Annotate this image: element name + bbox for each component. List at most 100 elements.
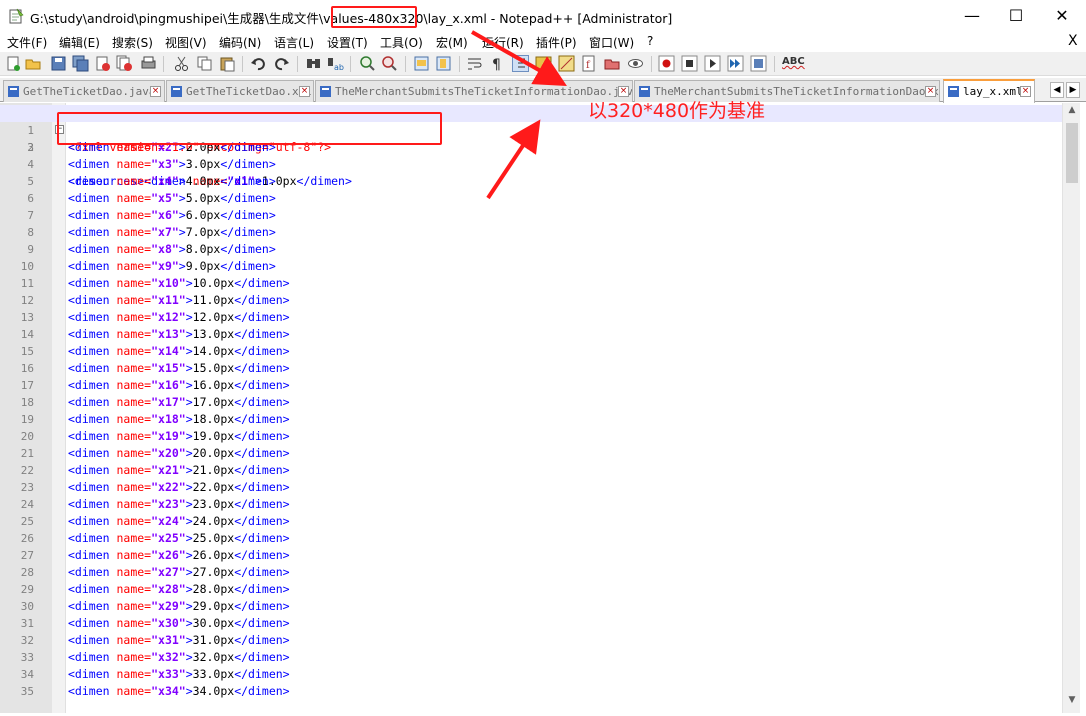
play-icon[interactable] xyxy=(704,55,721,72)
udl-icon[interactable] xyxy=(535,55,552,72)
undo-icon[interactable] xyxy=(250,55,267,72)
code-line[interactable]: 29 <dimen name="x28">28.0px</dimen> xyxy=(0,581,1062,598)
new-file-icon[interactable] xyxy=(5,55,22,72)
code-line[interactable]: 32 <dimen name="x31">31.0px</dimen> xyxy=(0,632,1062,649)
scroll-up-icon[interactable]: ▲ xyxy=(1065,105,1079,119)
code-line[interactable]: 9 <dimen name="x8">8.0px</dimen> xyxy=(0,241,1062,258)
maximize-button[interactable]: ☐ xyxy=(994,4,1038,28)
code-line[interactable]: 23 <dimen name="x22">22.0px</dimen> xyxy=(0,479,1062,496)
tab-close-icon[interactable]: × xyxy=(1020,86,1031,97)
paste-icon[interactable] xyxy=(219,55,236,72)
tab-scroll-right-icon[interactable]: ▶ xyxy=(1066,82,1080,98)
close-all-icon[interactable] xyxy=(116,55,133,72)
code-line[interactable]: 8 <dimen name="x7">7.0px</dimen> xyxy=(0,224,1062,241)
menu-plugins[interactable]: 插件(P) xyxy=(536,34,577,51)
all-chars-icon[interactable]: ¶ xyxy=(488,55,505,72)
code-line[interactable]: 5 <dimen name="x4">4.0px</dimen> xyxy=(0,173,1062,190)
code-line[interactable]: 13 <dimen name="x12">12.0px</dimen> xyxy=(0,309,1062,326)
copy-icon[interactable] xyxy=(196,55,213,72)
menu-settings[interactable]: 设置(T) xyxy=(327,34,368,51)
sync-h-icon[interactable] xyxy=(435,55,452,72)
xml-text: 25.0px xyxy=(192,531,235,545)
play-multi-icon[interactable] xyxy=(727,55,744,72)
func-list-icon[interactable]: f xyxy=(581,55,598,72)
editor-area[interactable]: 1 <?xml version="1.0" encoding="utf-8"?>… xyxy=(0,103,1086,713)
stop-icon[interactable] xyxy=(681,55,698,72)
menu-encoding[interactable]: 编码(N) xyxy=(219,34,261,51)
find-icon[interactable] xyxy=(305,55,322,72)
code-line[interactable]: 4 <dimen name="x3">3.0px</dimen> xyxy=(0,156,1062,173)
save-macro-icon[interactable] xyxy=(750,55,767,72)
monitor-icon[interactable] xyxy=(627,55,644,72)
menu-help[interactable]: ? xyxy=(647,34,653,48)
zoom-in-icon[interactable] xyxy=(359,55,376,72)
code-line[interactable]: 31 <dimen name="x30">30.0px</dimen> xyxy=(0,615,1062,632)
code-line[interactable]: 25 <dimen name="x24">24.0px</dimen> xyxy=(0,513,1062,530)
code-line[interactable]: 26 <dimen name="x25">25.0px</dimen> xyxy=(0,530,1062,547)
code-line[interactable]: 21 <dimen name="x20">20.0px</dimen> xyxy=(0,445,1062,462)
xml-text: 18.0px xyxy=(192,412,235,426)
folder-icon[interactable] xyxy=(604,55,621,72)
vertical-scrollbar[interactable]: ▲ ▼ xyxy=(1062,103,1080,713)
code-line[interactable]: 11 <dimen name="x10">10.0px</dimen> xyxy=(0,275,1062,292)
doc-map-icon[interactable] xyxy=(558,55,575,72)
tab-close-icon[interactable]: × xyxy=(925,86,936,97)
code-line[interactable]: 28 <dimen name="x27">27.0px</dimen> xyxy=(0,564,1062,581)
close-icon[interactable] xyxy=(94,55,111,72)
code-line[interactable]: 18 <dimen name="x17">17.0px</dimen> xyxy=(0,394,1062,411)
record-icon[interactable] xyxy=(658,55,675,72)
code-line[interactable]: 12 <dimen name="x11">11.0px</dimen> xyxy=(0,292,1062,309)
menu-window[interactable]: 窗口(W) xyxy=(589,34,634,51)
cut-icon[interactable] xyxy=(173,55,190,72)
xml-attr: name= xyxy=(116,616,152,630)
save-icon[interactable] xyxy=(50,55,67,72)
code-line[interactable]: 24 <dimen name="x23">23.0px</dimen> xyxy=(0,496,1062,513)
code-line[interactable]: 6 <dimen name="x5">5.0px</dimen> xyxy=(0,190,1062,207)
menu-file[interactable]: 文件(F) xyxy=(7,34,47,51)
minimize-button[interactable]: — xyxy=(950,4,994,28)
tab-close-icon[interactable]: × xyxy=(299,86,310,97)
menu-language[interactable]: 语言(L) xyxy=(274,34,314,51)
code-line[interactable]: 19 <dimen name="x18">18.0px</dimen> xyxy=(0,411,1062,428)
open-file-icon[interactable] xyxy=(25,55,42,72)
xml-tag: > xyxy=(185,582,193,596)
code-line[interactable]: 22 <dimen name="x21">21.0px</dimen> xyxy=(0,462,1062,479)
menu-tools[interactable]: 工具(O) xyxy=(380,34,423,51)
tab-getticketdao-java[interactable]: GetTheTicketDao.java × xyxy=(3,80,165,102)
save-all-icon[interactable] xyxy=(72,55,89,72)
code-line[interactable]: 15 <dimen name="x14">14.0px</dimen> xyxy=(0,343,1062,360)
menu-macro[interactable]: 宏(M) xyxy=(436,34,468,51)
scrollbar-thumb[interactable] xyxy=(1066,123,1078,183)
code-line[interactable]: 14 <dimen name="x13">13.0px</dimen> xyxy=(0,326,1062,343)
menu-view[interactable]: 视图(V) xyxy=(165,34,207,51)
wrap-icon[interactable] xyxy=(466,55,483,72)
tab-scroll-left-icon[interactable]: ◀ xyxy=(1050,82,1064,98)
scroll-down-icon[interactable]: ▼ xyxy=(1065,695,1079,709)
menu-run[interactable]: 运行(R) xyxy=(482,34,524,51)
code-line[interactable]: 27 <dimen name="x26">26.0px</dimen> xyxy=(0,547,1062,564)
code-line[interactable]: 35 <dimen name="x34">34.0px</dimen> xyxy=(0,683,1062,700)
code-line[interactable]: 7 <dimen name="x6">6.0px</dimen> xyxy=(0,207,1062,224)
close-window-button[interactable]: ✕ xyxy=(1040,4,1084,28)
code-line[interactable]: 16 <dimen name="x15">15.0px</dimen> xyxy=(0,360,1062,377)
code-line[interactable]: 33 <dimen name="x32">32.0px</dimen> xyxy=(0,649,1062,666)
tab-close-icon[interactable]: × xyxy=(150,86,161,97)
tab-lay-x-xml[interactable]: lay_x.xml × xyxy=(943,79,1035,103)
code-line[interactable]: 17 <dimen name="x16">16.0px</dimen> xyxy=(0,377,1062,394)
sync-v-icon[interactable] xyxy=(413,55,430,72)
code-line[interactable]: 20 <dimen name="x19">19.0px</dimen> xyxy=(0,428,1062,445)
indent-guide-icon[interactable] xyxy=(512,55,529,72)
menu-search[interactable]: 搜索(S) xyxy=(112,34,153,51)
code-line[interactable]: 10 <dimen name="x9">9.0px</dimen> xyxy=(0,258,1062,275)
zoom-out-icon[interactable] xyxy=(381,55,398,72)
spellcheck-icon[interactable]: ABC xyxy=(782,56,805,67)
redo-icon[interactable] xyxy=(273,55,290,72)
tab-merchant-java[interactable]: TheMerchantSubmitsTheTicketInformationDa… xyxy=(315,80,633,102)
code-line[interactable]: 34 <dimen name="x33">33.0px</dimen> xyxy=(0,666,1062,683)
replace-icon[interactable]: ab xyxy=(327,55,344,72)
close-document-button[interactable]: X xyxy=(1068,33,1078,49)
code-line[interactable]: 30 <dimen name="x29">29.0px</dimen> xyxy=(0,598,1062,615)
tab-getticketdao-xml[interactable]: GetTheTicketDao.xml × xyxy=(166,80,314,102)
print-icon[interactable] xyxy=(140,55,157,72)
menu-edit[interactable]: 编辑(E) xyxy=(59,34,100,51)
